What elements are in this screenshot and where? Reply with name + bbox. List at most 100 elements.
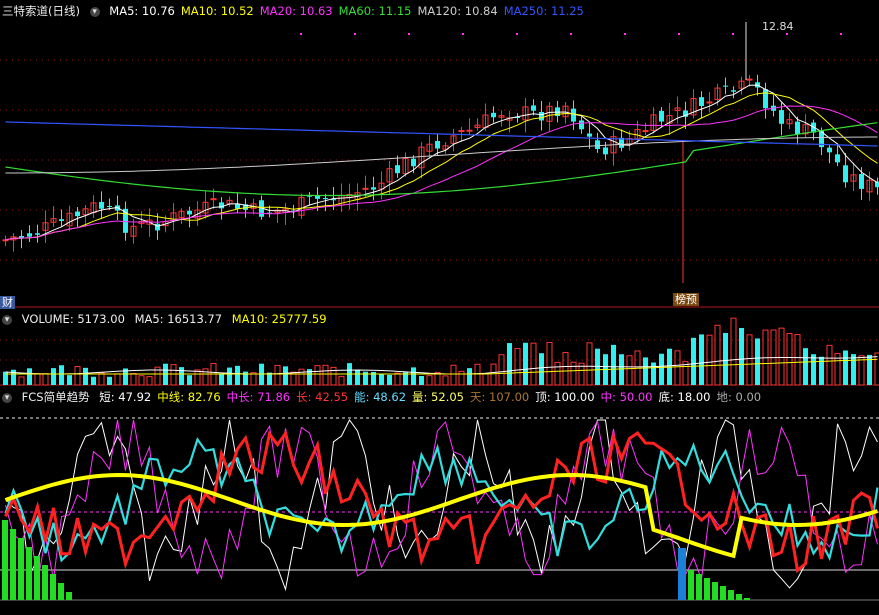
main-chart-header: 三特索道(日线) ▾ MA5: 10.76 MA10: 10.52 MA20: 10… [2, 2, 596, 20]
fcs-legend-item: 量: 52.05 [412, 390, 464, 404]
volume-bar [314, 365, 321, 386]
volume-bar [355, 370, 360, 385]
volume-bar [674, 350, 681, 386]
candle-body [539, 111, 544, 121]
fcs-green-bar [66, 592, 72, 600]
stock-chart-window: 三特索道(日线) ▾ MA5: 10.76 MA10: 10.52 MA20: 10… [0, 0, 879, 615]
candle-body [746, 78, 753, 81]
candle-body [371, 187, 376, 190]
candle-body [579, 120, 584, 130]
volume-bar [651, 362, 656, 385]
fcs-green-bar [26, 547, 32, 600]
candle-body [603, 147, 608, 155]
volume-bar [626, 355, 633, 386]
fcs-long-line [4, 429, 879, 574]
fcs-green-bar [10, 529, 16, 600]
volume-bar [170, 364, 177, 386]
candle-body [779, 110, 784, 124]
fcs-legend-item: 天: 107.00 [469, 390, 530, 404]
candle-body [659, 110, 664, 122]
ma-legend-item: MA250: 11.25 [503, 4, 584, 18]
volume-bar [467, 368, 472, 385]
volume-bar [643, 357, 648, 385]
candle-body [706, 101, 713, 104]
volume-bar [755, 338, 760, 385]
signal-dot [732, 33, 734, 35]
fcs-legend-item: 底: 18.00 [658, 390, 711, 404]
candle-body [466, 129, 473, 132]
volume-value: VOLUME: 5173.00 [21, 312, 125, 326]
signal-dot [408, 33, 410, 35]
volume-bar [659, 353, 664, 385]
signal-dot [354, 33, 356, 35]
candle-body [827, 147, 832, 153]
fcs-green-bar [736, 594, 742, 600]
volume-bar [42, 373, 49, 386]
fcs-green-bar [704, 578, 710, 600]
candle-body [219, 202, 224, 209]
volume-bar [235, 365, 240, 385]
volume-bar [730, 317, 737, 386]
volume-bar [322, 364, 329, 386]
volume-bar [51, 368, 56, 385]
volume-bar [442, 375, 449, 386]
volume-bar [98, 372, 105, 386]
ma-legend-item: MA5: 10.76 [109, 4, 175, 18]
fcs-green-bar [696, 574, 702, 600]
volume-bar [146, 376, 153, 386]
candle-body [362, 187, 369, 190]
volume-bar [419, 376, 424, 385]
collapse-icon[interactable]: ▾ [89, 6, 100, 17]
signal-dot [786, 33, 788, 35]
volume-bar [83, 367, 88, 385]
fcs-legend-item: 顶: 100.00 [535, 390, 595, 404]
volume-bar [74, 366, 81, 386]
fcs-green-bar [688, 570, 694, 600]
fcs-green-bar [712, 582, 718, 600]
volume-bar [283, 366, 288, 385]
volume-bar [570, 361, 577, 386]
candle-body [571, 108, 576, 122]
signal-dot [462, 33, 464, 35]
candle-body [19, 236, 24, 238]
high-price-label: 12.84 [762, 20, 794, 33]
volume-bar [714, 324, 721, 386]
collapse-icon[interactable]: ▾ [2, 392, 12, 403]
volume-bar [723, 332, 728, 385]
volume-bar [59, 365, 64, 385]
bang-tag[interactable]: 榜预 [673, 293, 699, 306]
collapse-icon[interactable]: ▾ [2, 314, 12, 325]
signal-dot [624, 33, 626, 35]
fcs-legend-item: 中: 50.00 [600, 390, 653, 404]
candle-body [642, 130, 649, 133]
volume-ma5: MA5: 16513.77 [134, 312, 223, 326]
volume-bar [490, 363, 497, 386]
ma250-line [5, 121, 878, 147]
ma-legend-item: MA120: 10.84 [417, 4, 498, 18]
fcs-legend-item: 能: 48.62 [354, 390, 407, 404]
volume-bar [227, 367, 232, 385]
volume-header: ▾ VOLUME: 5173.00 MA5: 16513.77 MA10: 25… [2, 310, 333, 328]
candle-body [595, 140, 600, 150]
signal-dot [678, 33, 680, 35]
volume-bar [562, 351, 569, 386]
candle-body [731, 90, 736, 92]
volume-bar [338, 375, 345, 386]
volume-bar [539, 353, 544, 385]
volume-ma10: MA10: 25777.59 [231, 312, 327, 326]
candle-body [531, 105, 536, 111]
ma-legend-item: MA10: 10.52 [180, 4, 254, 18]
cai-tag[interactable]: 财 [0, 296, 15, 309]
fcs-green-bar [58, 583, 64, 600]
volume-bar [874, 352, 879, 386]
volume-bar [67, 375, 72, 385]
volume-bar [611, 344, 616, 385]
volume-bar [811, 354, 816, 385]
volume-bar [706, 334, 713, 386]
candle-body [395, 165, 400, 174]
fcs-title: FCS简单趋势 [21, 390, 90, 404]
fcs-midlong-line [5, 419, 878, 583]
volume-bar [739, 327, 744, 385]
candle-body [59, 219, 64, 221]
volume-bar [379, 373, 384, 385]
